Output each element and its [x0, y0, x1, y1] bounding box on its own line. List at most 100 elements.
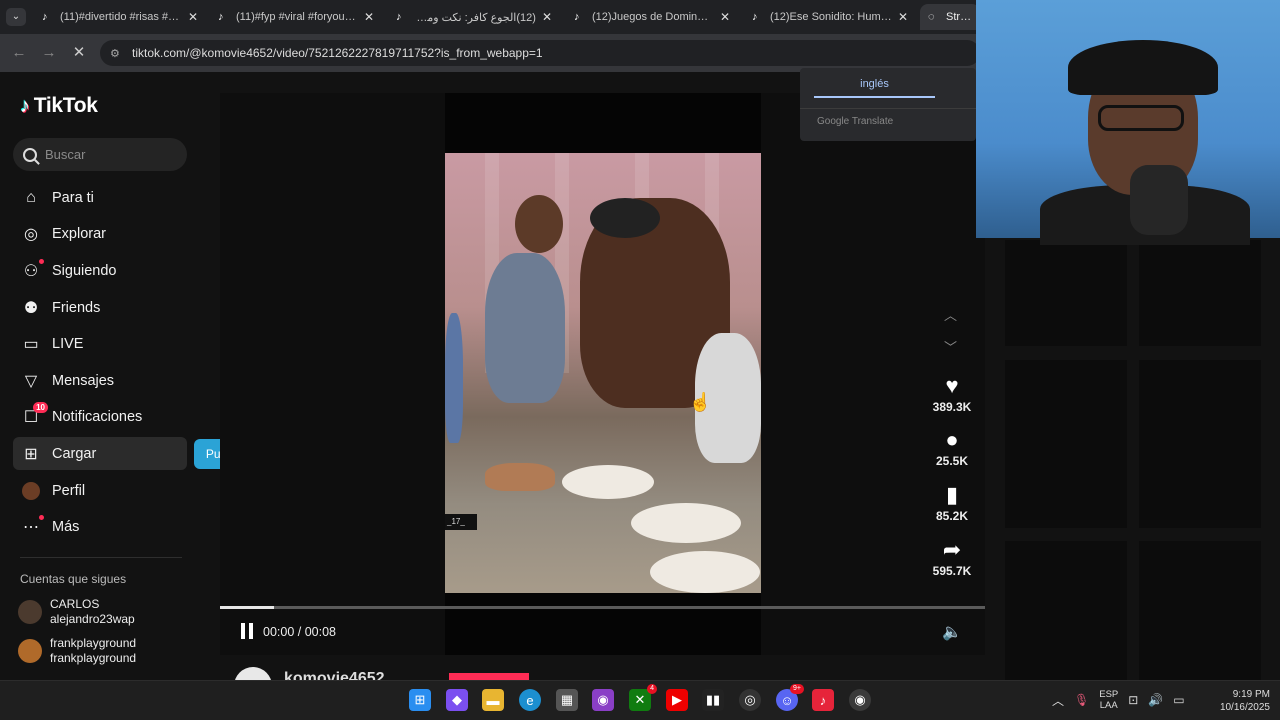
like-button[interactable]: ♥ 389.3K — [928, 374, 976, 415]
nav-siguiendo[interactable]: ⚇ Siguiendo — [13, 254, 187, 287]
tiktok-note-icon: ♪ — [20, 94, 30, 117]
nav-cargar[interactable]: ⊞ Cargar — [13, 437, 187, 470]
video-player[interactable] — [445, 153, 761, 593]
tiktok-icon: ♪ — [752, 11, 758, 23]
browser-tab[interactable]: ♪ (12)Ese Sonidito: Humor D ✕ — [744, 4, 916, 30]
video-thumbnail[interactable] — [1005, 240, 1127, 346]
stop-loading-icon[interactable]: ✕ — [69, 44, 89, 62]
tiktok-app-icon[interactable]: ♪ — [812, 689, 834, 711]
tiktok-icon: ♪ — [218, 11, 224, 23]
followed-account[interactable]: frankplayground frankplayground — [18, 636, 198, 666]
nav-mensajes[interactable]: ▽ Mensajes — [13, 364, 187, 397]
microphone — [1130, 165, 1188, 235]
share-icon: ➦ — [942, 537, 962, 562]
next-video-icon[interactable]: ﹀ — [944, 337, 957, 356]
address-bar[interactable]: ⚙ tiktok.com/@komovie4652/video/75212622… — [100, 40, 980, 66]
progress-fill — [220, 606, 274, 609]
edge-icon[interactable]: e — [519, 689, 541, 711]
close-tab-icon[interactable]: ✕ — [364, 10, 374, 24]
tiktok-logo[interactable]: ♪ TikTok — [20, 94, 98, 118]
avatar — [18, 639, 42, 663]
following-section-title: Cuentas que sigues — [20, 572, 127, 586]
obs-icon[interactable]: ◎ — [739, 689, 761, 711]
nav-mas[interactable]: ⋯ Más — [13, 510, 187, 543]
following-icon: ⚇ — [22, 258, 44, 280]
comment-icon: ● — [945, 427, 959, 452]
discord-icon[interactable]: ☺ 9+ — [776, 684, 804, 711]
volume-icon[interactable]: 🔈 — [942, 622, 962, 642]
browser-tab[interactable]: ♪ (11)#divertido #risas #com ✕ — [34, 4, 206, 30]
previous-video-icon[interactable]: ︿ — [944, 305, 957, 324]
file-explorer-icon[interactable]: ▬ — [482, 689, 504, 711]
youtube-icon[interactable]: ▶ — [666, 689, 688, 711]
nav-friends[interactable]: ⚉ Friends — [13, 291, 187, 324]
screen-recorder-icon[interactable]: ◉ — [592, 689, 614, 711]
language-tab[interactable]: inglés — [814, 78, 935, 98]
globe-icon: ◌ — [928, 11, 935, 23]
video-thumbnail[interactable] — [1139, 541, 1261, 680]
close-tab-icon[interactable]: ✕ — [898, 10, 908, 24]
browser-tab[interactable]: ♪ (11)#fyp #viral #foryoupag ✕ — [210, 4, 382, 30]
messages-icon: ▽ — [24, 372, 38, 390]
streamer-glasses — [1098, 105, 1184, 131]
chrome-icon[interactable]: ◉ — [849, 689, 871, 711]
share-button[interactable]: ➦ 595.7K — [928, 537, 976, 579]
browser-tab-active[interactable]: ◌ Street — [920, 4, 980, 30]
speaker-icon[interactable]: 🔊 — [1148, 693, 1163, 707]
xbox-icon[interactable]: ✕ 4 — [629, 684, 657, 711]
progress-track[interactable] — [220, 606, 985, 609]
upload-icon: ⊞ — [24, 445, 38, 463]
comment-button[interactable]: ● 25.5K — [928, 427, 976, 469]
live-icon: ▭ — [23, 335, 39, 353]
pause-button[interactable] — [237, 623, 257, 641]
forward-icon[interactable]: → — [39, 44, 59, 62]
search-icon — [23, 147, 37, 162]
nav-explorar[interactable]: ◎ Explorar — [13, 217, 187, 250]
close-tab-icon[interactable]: ✕ — [188, 10, 198, 24]
notifications-icon: ☐ 10 — [22, 401, 48, 426]
translate-popup: inglés Google Translate — [800, 68, 976, 141]
microphone-icon[interactable]: 🎙 — [1074, 693, 1089, 707]
profile-avatar — [22, 481, 40, 500]
video-thumbnail[interactable] — [1139, 360, 1261, 528]
back-icon[interactable]: ← — [9, 44, 29, 62]
close-tab-icon[interactable]: ✕ — [720, 10, 730, 24]
nav-notificaciones[interactable]: ☐ 10 Notificaciones — [13, 400, 187, 433]
close-tab-icon[interactable]: ✕ — [542, 10, 552, 24]
video-watermark: _17_ — [445, 514, 477, 530]
url-text: tiktok.com/@komovie4652/video/7521262227… — [132, 46, 543, 60]
language-indicator[interactable]: ESP LAA — [1099, 689, 1118, 711]
video-time: 00:00 / 00:08 — [263, 625, 336, 639]
followed-account[interactable]: CARLOS alejandro23wap — [18, 597, 198, 627]
battery-icon[interactable]: ▭ — [1173, 693, 1184, 707]
system-tray: ︿ 🎙 ESP LAA ⊡ 🔊 ▭ — [1052, 686, 1185, 714]
browser-tab[interactable]: ♪ (12)Juegos de Domino Don ✕ — [566, 4, 738, 30]
tab-search-button[interactable]: ⌄ — [6, 8, 26, 26]
store-icon[interactable]: ▦ — [556, 689, 578, 711]
nav-live[interactable]: ▭ LIVE — [13, 327, 187, 360]
save-button[interactable]: ▮ 85.2K — [928, 482, 976, 524]
video-thumbnail[interactable] — [1139, 240, 1261, 346]
hand-cursor-icon: ☝ — [689, 392, 712, 412]
search-input[interactable] — [45, 147, 175, 162]
tiktok-icon: ♪ — [42, 11, 48, 23]
network-icon[interactable]: ⊡ — [1128, 693, 1138, 707]
bookmark-icon: ▮ — [945, 482, 959, 507]
notification-badge: 10 — [33, 401, 48, 413]
nav-perfil[interactable]: Perfil — [13, 474, 187, 507]
site-info-icon[interactable]: ⚙ — [110, 47, 124, 60]
video-thumbnail[interactable] — [1005, 541, 1127, 680]
windows-start-icon[interactable]: ⊞ — [409, 689, 431, 711]
clock[interactable]: 9:19 PM 10/16/2025 — [1200, 688, 1270, 714]
chevron-up-icon[interactable]: ︿ — [1052, 692, 1064, 709]
avatar — [18, 600, 42, 624]
copilot-icon[interactable]: ◆ — [446, 689, 468, 711]
video-thumbnail[interactable] — [1005, 360, 1127, 528]
compass-icon: ◎ — [24, 225, 38, 243]
audio-meter-icon[interactable]: ▮▮ — [702, 689, 724, 711]
browser-tab[interactable]: ♪ (12)الجوع كافر: نكت ومواقف ✕ — [388, 4, 560, 30]
nav-para-ti[interactable]: ⌂ Para ti — [13, 181, 187, 214]
sidebar-divider — [20, 557, 182, 558]
tiktok-icon: ♪ — [396, 11, 402, 23]
search-bar[interactable] — [13, 138, 187, 171]
